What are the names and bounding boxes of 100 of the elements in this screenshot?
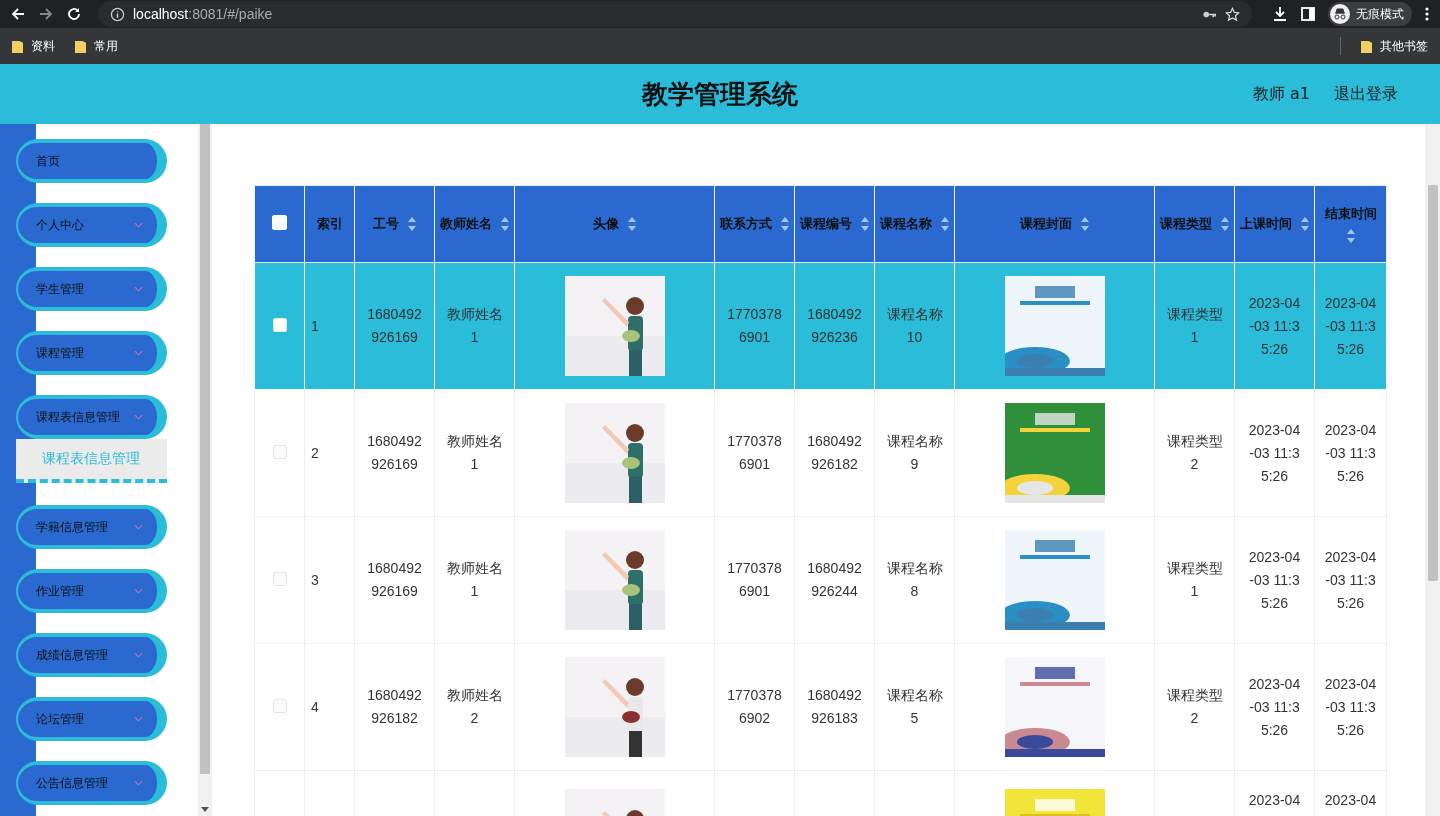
user-name: 教师 a1 [1252,83,1310,105]
table-cell-text: 课程类型1 [1166,559,1223,601]
table-row[interactable]: 2 1680492926169 教师姓名1 17703786901 1680492926182 课程名称9 课程类型2 2023-04-03 11:35:26 2023-04-03 11:35:26 [254,389,1387,517]
table-row[interactable]: 2023-04 2023-04 [254,770,1387,816]
address-bar[interactable]: localhost:8081/#/paike [98,1,1252,27]
table-cell-text: 1680492926182 [806,432,863,474]
column-label: 课程名称 [879,215,932,233]
column-label: 课程编号 [799,215,852,233]
menu-label: 公告信息管理 [36,774,108,792]
sort-icon[interactable] [779,217,790,231]
table-cell-text: 1680492926183 [806,686,863,728]
scrollbar[interactable] [1425,124,1440,816]
table-cell-text: 3 [311,570,319,590]
chevron-icon [134,222,143,228]
folder-icon [1361,39,1372,53]
sort-icon[interactable] [1079,217,1090,231]
menu-item[interactable]: 成绩信息管理 [16,633,167,677]
folder-icon [12,39,23,53]
sort-icon[interactable] [1299,217,1310,231]
row-checkbox[interactable] [272,444,287,459]
sort-icon[interactable] [626,217,637,231]
menu-icon[interactable] [1424,6,1430,22]
scroll-down-icon[interactable] [201,807,209,813]
bookmark[interactable]: 资料 [12,37,55,55]
row-checkbox[interactable] [272,698,287,713]
chevron-icon [134,716,143,722]
sort-icon[interactable] [939,217,950,231]
table-cell-text: 课程类型2 [1166,432,1223,474]
column-label: 索引 [316,215,343,233]
row-checkbox[interactable] [272,571,287,586]
chevron-icon [134,524,143,530]
back-icon[interactable] [10,6,26,22]
row-checkbox[interactable] [272,317,287,332]
menu-label: 作业管理 [36,582,84,600]
menu-item[interactable]: 作业管理 [16,569,167,613]
menu-label: 首页 [36,152,60,170]
chevron-icon [134,780,143,786]
menu-item[interactable]: 首页 [16,139,167,183]
menu-label: 学生管理 [36,280,84,298]
column-label: 课程类型 [1159,215,1212,233]
bookmark[interactable]: 常用 [75,37,118,55]
chevron-icon [134,350,143,356]
menu-item[interactable]: 学生管理 [16,267,167,311]
column-label: 结束时间 [1324,205,1377,223]
table-cell-text: 课程类型1 [1166,305,1223,347]
menu-item[interactable]: 课程管理 [16,331,167,375]
menu-item[interactable]: 个人中心 [16,203,167,247]
table-row[interactable]: 3 1680492926169 教师姓名1 17703786901 1680492926244 课程名称8 课程类型1 2023-04-03 11:35:26 2023-04-03 11:35:26 [254,516,1387,644]
menu-item[interactable]: 论坛管理 [16,697,167,741]
chevron-icon [134,414,143,420]
column-label: 工号 [372,215,399,233]
table-cell-text: 教师姓名2 [446,686,503,728]
menu-item[interactable]: 课程表信息管理 [16,395,167,439]
chevron-icon [134,286,143,292]
url-text: localhost:8081/#/paike [133,6,273,22]
reload-icon[interactable] [66,6,82,22]
table-cell-text: 课程名称8 [886,559,943,601]
menu-label: 课程管理 [36,344,84,362]
logout-link[interactable]: 退出登录 [1334,83,1398,105]
star-icon[interactable] [1225,6,1240,22]
menu-item[interactable]: 学籍信息管理 [16,505,167,549]
table-cell-text: 课程名称9 [886,432,943,474]
table-cell-text: 1680492926236 [806,305,863,347]
table-cell-text: 课程类型2 [1166,686,1223,728]
menu-label: 成绩信息管理 [36,646,108,664]
table-cell-text: 1680492926169 [366,559,423,601]
table-cell-text: 4 [311,697,319,717]
menu-label: 论坛管理 [36,710,84,728]
table-cell-text: 2023-04-03 11:35:26 [1247,420,1302,486]
column-label: 教师姓名 [439,215,492,233]
menu-item[interactable]: 公告信息管理 [16,761,167,805]
column-label: 联系方式 [719,215,772,233]
sort-icon[interactable] [1345,229,1356,243]
forward-icon[interactable] [38,6,54,22]
table-cell-text: 1680492926244 [806,559,863,601]
table-cell-text: 2023-04 [1324,791,1377,810]
side-panel-icon[interactable] [1300,6,1316,22]
table-cell-text: 2 [311,443,319,463]
table-cell-text: 课程名称5 [886,686,943,728]
table-cell-text: 2023-04-03 11:35:26 [1323,293,1378,359]
scrollbar[interactable] [198,124,212,816]
table-cell-text: 1680492926169 [366,305,423,347]
table-cell-text: 教师姓名1 [446,305,503,347]
info-icon[interactable] [110,6,125,22]
sort-icon[interactable] [406,217,417,231]
bookmark[interactable]: 其他书签 [1361,37,1428,55]
select-all-checkbox[interactable] [272,215,287,230]
table-row[interactable]: 1 1680492926169 教师姓名1 17703786901 1680492926236 课程名称10 课程类型1 2023-04-03 11:35:26 2023-04-03 11:35:26 [254,262,1387,390]
table-cell-text: 2023-04-03 11:35:26 [1323,420,1378,486]
menu-label: 课程表信息管理 [36,408,120,426]
incognito-button[interactable]: 无痕模式 [1328,2,1412,26]
sort-icon[interactable] [1219,217,1230,231]
column-label: 上课时间 [1239,215,1292,233]
download-icon[interactable] [1272,6,1288,22]
table-row[interactable]: 4 1680492926182 教师姓名2 17703786902 1680492926183 课程名称5 课程类型2 2023-04-03 11:35:26 2023-04-03 11:35:26 [254,643,1387,771]
table-cell-text: 课程名称10 [886,305,943,347]
chevron-icon [134,588,143,594]
sort-icon[interactable] [859,217,870,231]
chevron-icon [134,652,143,658]
sort-icon[interactable] [499,217,510,231]
